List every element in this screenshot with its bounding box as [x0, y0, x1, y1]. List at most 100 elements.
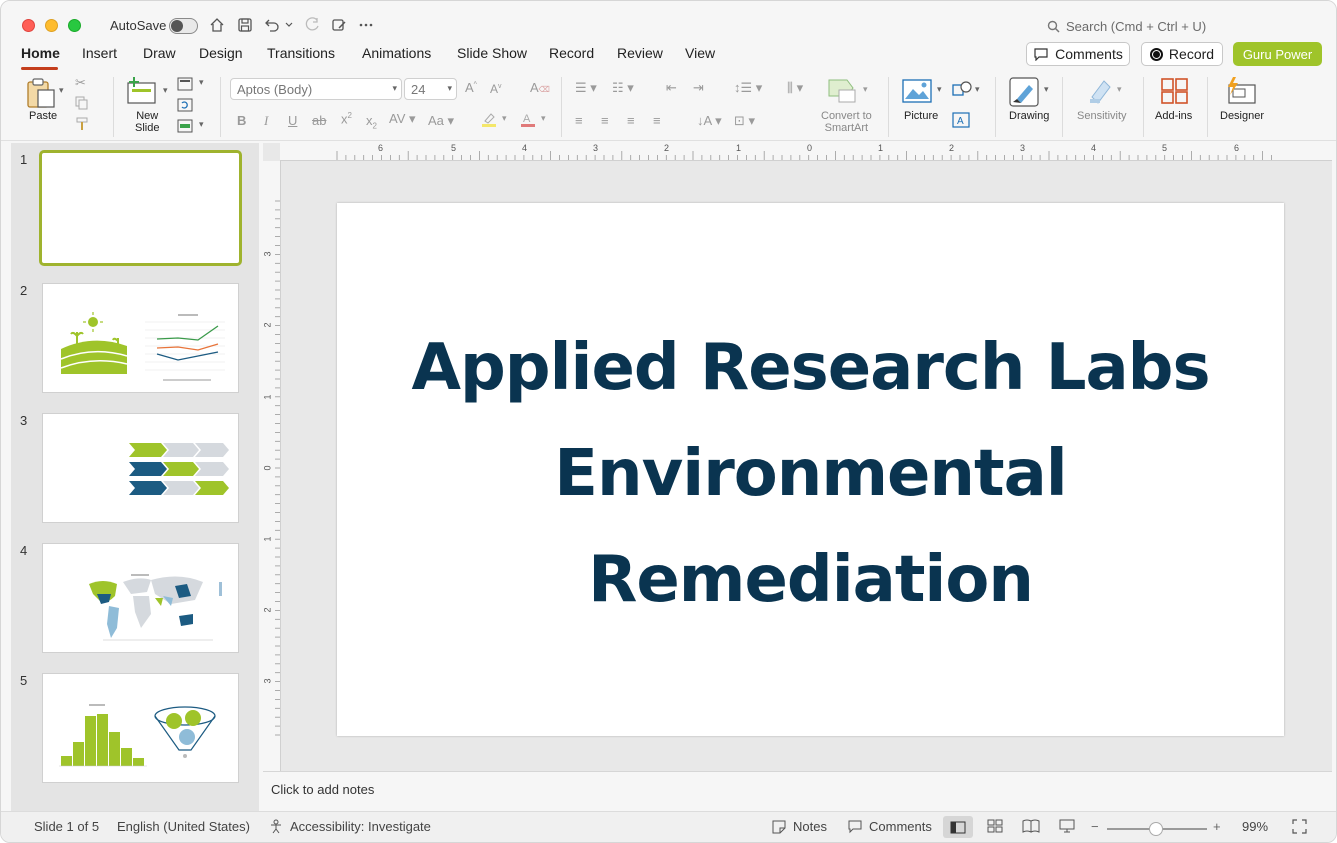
slide-thumbnail-4[interactable]: [42, 543, 239, 653]
cut-icon[interactable]: ✂: [75, 75, 86, 91]
drawing-dropdown-icon[interactable]: ▾: [1044, 84, 1049, 95]
more-icon[interactable]: [356, 15, 376, 35]
change-case-icon[interactable]: Aa ▾: [428, 113, 454, 129]
numbering-icon[interactable]: ☷ ▾: [612, 80, 634, 96]
tab-design[interactable]: Design: [199, 45, 243, 61]
language-status[interactable]: English (United States): [117, 819, 250, 834]
italic-icon[interactable]: I: [264, 113, 268, 129]
character-spacing-icon[interactable]: AV ▾: [389, 111, 416, 127]
minimize-window-button[interactable]: [45, 19, 58, 32]
tab-animations[interactable]: Animations: [362, 45, 431, 61]
normal-view-button[interactable]: [943, 816, 973, 838]
align-text-icon[interactable]: ⊡ ▾: [734, 113, 755, 129]
accessibility-icon[interactable]: [269, 819, 284, 837]
fit-to-window-icon[interactable]: [1292, 819, 1307, 837]
picture-dropdown-icon[interactable]: ▾: [937, 84, 942, 95]
copy-icon[interactable]: [75, 96, 89, 113]
align-right-icon[interactable]: ≡: [627, 113, 635, 128]
zoom-level[interactable]: 99%: [1242, 819, 1268, 834]
slide-title[interactable]: Applied Research Labs Environmental Reme…: [397, 315, 1224, 633]
tab-view[interactable]: View: [685, 45, 715, 61]
slide-thumbnail-2[interactable]: [42, 283, 239, 393]
smartart-dropdown-icon[interactable]: ▾: [863, 84, 868, 95]
slide-sorter-icon[interactable]: [987, 819, 1003, 836]
text-direction-icon[interactable]: ↓A ▾: [697, 113, 722, 129]
layout-dropdown-icon[interactable]: ▾: [199, 77, 204, 88]
undo-dropdown-icon[interactable]: [282, 15, 296, 35]
reset-icon[interactable]: [177, 98, 193, 115]
format-painter-icon[interactable]: [75, 117, 89, 134]
align-center-icon[interactable]: ≡: [601, 113, 609, 128]
align-left-icon[interactable]: ≡: [575, 113, 583, 128]
slide-thumbnail-5[interactable]: [42, 673, 239, 783]
smartart-icon[interactable]: [827, 78, 859, 107]
layout-icon[interactable]: [177, 77, 193, 94]
section-icon[interactable]: [177, 119, 193, 136]
maximize-window-button[interactable]: [68, 19, 81, 32]
sensitivity-icon[interactable]: [1088, 77, 1114, 108]
redo-icon[interactable]: [302, 15, 322, 35]
picture-icon[interactable]: [902, 79, 932, 106]
autosave-toggle[interactable]: [169, 18, 198, 34]
comments-button[interactable]: Comments: [1026, 42, 1130, 66]
comments-toggle-label[interactable]: Comments: [869, 819, 932, 834]
undo-icon[interactable]: [262, 15, 282, 35]
tab-insert[interactable]: Insert: [82, 45, 117, 61]
shapes-dropdown-icon[interactable]: ▾: [975, 84, 980, 95]
tab-review[interactable]: Review: [617, 45, 663, 61]
record-button[interactable]: Record: [1141, 42, 1223, 66]
new-slide-dropdown-icon[interactable]: ▾: [163, 85, 168, 96]
comments-status-icon[interactable]: [847, 819, 863, 837]
line-spacing-icon[interactable]: ↕☰ ▾: [734, 80, 762, 96]
slideshow-icon[interactable]: [1059, 819, 1075, 836]
designer-icon[interactable]: [1225, 77, 1257, 108]
reading-view-icon[interactable]: [1022, 819, 1040, 836]
save-icon[interactable]: [235, 15, 255, 35]
increase-indent-icon[interactable]: ⇥: [693, 80, 704, 96]
zoom-out-button[interactable]: −: [1091, 819, 1099, 834]
addins-icon[interactable]: [1160, 77, 1190, 108]
home-icon[interactable]: [207, 15, 227, 35]
close-window-button[interactable]: [22, 19, 35, 32]
decrease-indent-icon[interactable]: ⇤: [666, 80, 677, 96]
columns-icon[interactable]: ⫼ ▾: [787, 80, 803, 96]
bold-icon[interactable]: B: [237, 113, 246, 128]
clear-formatting-icon[interactable]: A⌫: [530, 80, 550, 95]
underline-icon[interactable]: U: [288, 113, 297, 128]
font-color-icon[interactable]: A: [520, 111, 536, 130]
increase-font-size-icon[interactable]: A^: [465, 80, 477, 95]
justify-icon[interactable]: ≡: [653, 113, 661, 128]
sensitivity-dropdown-icon[interactable]: ▾: [1117, 84, 1122, 95]
notes-toggle-label[interactable]: Notes: [793, 819, 827, 834]
text-box-icon[interactable]: A: [952, 112, 970, 131]
paste-icon[interactable]: [25, 77, 59, 112]
slide-thumbnail-1[interactable]: [39, 150, 242, 266]
zoom-slider-handle[interactable]: [1149, 822, 1163, 836]
font-color-dropdown-icon[interactable]: ▾: [541, 113, 546, 124]
bullets-icon[interactable]: ☰ ▾: [575, 80, 597, 96]
decrease-font-size-icon[interactable]: Av: [490, 82, 502, 96]
current-slide[interactable]: Applied Research Labs Environmental Reme…: [337, 203, 1284, 736]
notes-pane[interactable]: Click to add notes: [263, 771, 1332, 811]
tab-home[interactable]: Home: [21, 45, 60, 61]
search-field[interactable]: Search (Cmd + Ctrl + U): [1047, 19, 1206, 34]
subscript-icon[interactable]: x2: [366, 113, 377, 131]
highlight-icon[interactable]: [481, 111, 497, 130]
notes-icon[interactable]: [771, 819, 787, 837]
tab-slide-show[interactable]: Slide Show: [457, 45, 527, 61]
guru-power-button[interactable]: Guru Power: [1233, 42, 1322, 66]
customize-icon[interactable]: [329, 15, 349, 35]
paste-dropdown-icon[interactable]: ▾: [59, 85, 64, 96]
highlight-dropdown-icon[interactable]: ▾: [502, 113, 507, 124]
font-name-field[interactable]: Aptos (Body) ▾: [230, 78, 402, 100]
tab-transitions[interactable]: Transitions: [267, 45, 335, 61]
font-size-field[interactable]: 24 ▾: [404, 78, 457, 100]
drawing-icon[interactable]: [1009, 77, 1041, 110]
slide-thumbnail-3[interactable]: [42, 413, 239, 523]
zoom-in-button[interactable]: +: [1213, 819, 1221, 834]
shapes-icon[interactable]: [952, 80, 974, 101]
new-slide-icon[interactable]: [127, 77, 157, 108]
tab-draw[interactable]: Draw: [143, 45, 176, 61]
tab-record[interactable]: Record: [549, 45, 594, 61]
section-dropdown-icon[interactable]: ▾: [199, 119, 204, 130]
